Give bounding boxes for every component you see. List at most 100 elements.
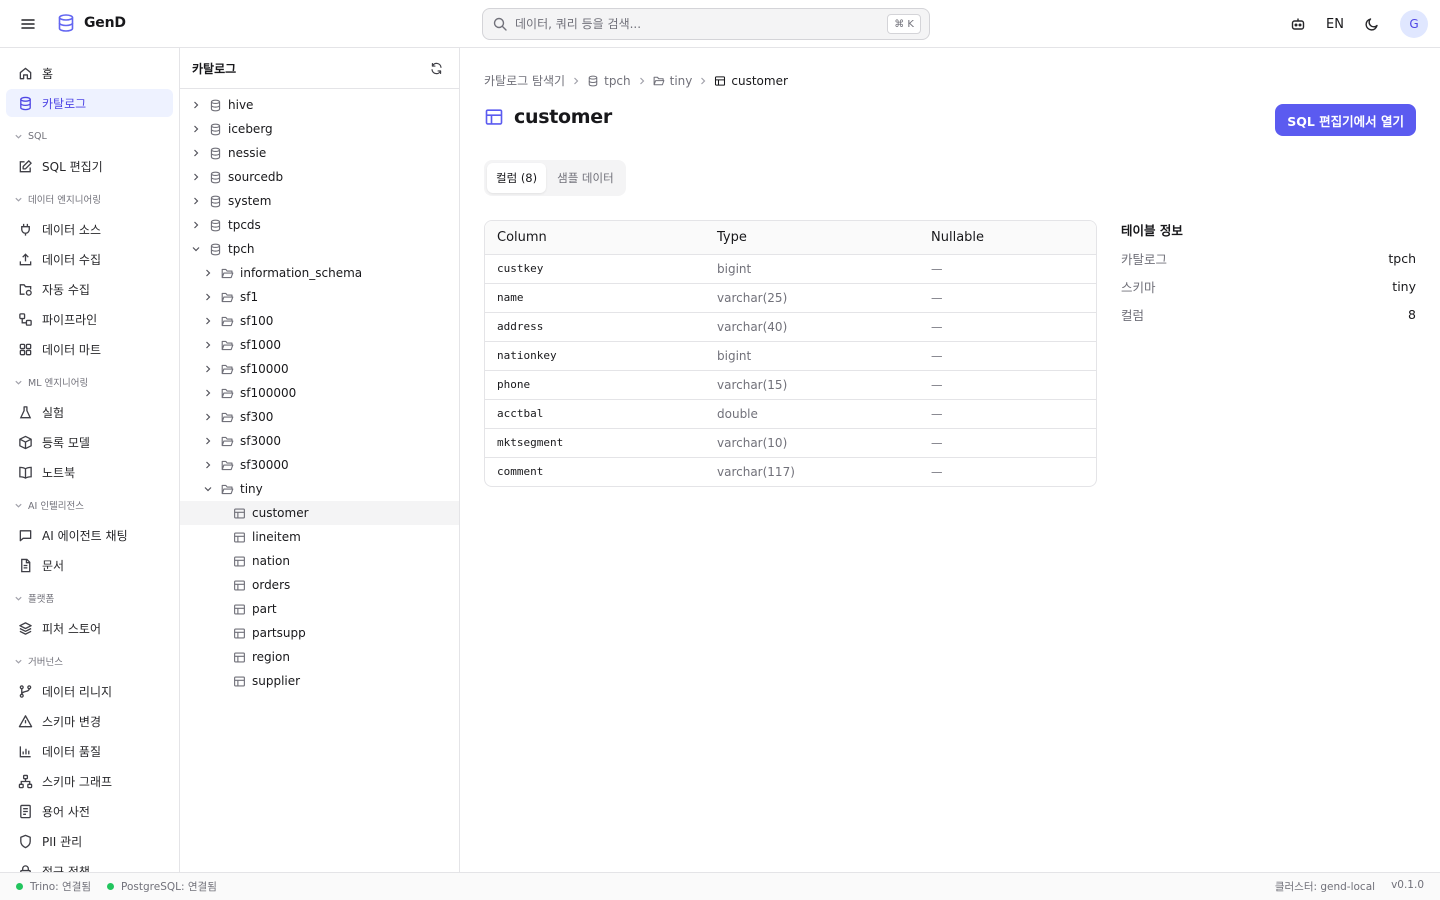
tree-schema[interactable]: information_schema bbox=[180, 261, 459, 285]
tree-schema[interactable]: sf1 bbox=[180, 285, 459, 309]
nav-data-source[interactable]: 데이터 소스 bbox=[6, 215, 173, 243]
table-row[interactable]: acctbal double — bbox=[485, 399, 1096, 429]
chevron-right-icon[interactable] bbox=[190, 123, 202, 135]
table-row[interactable]: custkey bigint — bbox=[485, 254, 1096, 284]
tree-table[interactable]: customer bbox=[180, 501, 459, 525]
nav-auto-ingest[interactable]: 자동 수집 bbox=[6, 275, 173, 303]
tree-catalog[interactable]: iceberg bbox=[180, 117, 459, 141]
breadcrumb-root[interactable]: 카탈로그 탐색기 bbox=[484, 72, 565, 89]
chevron-right-icon[interactable] bbox=[202, 459, 214, 471]
nav-home[interactable]: 홈 bbox=[6, 59, 173, 87]
chevron-down-icon[interactable] bbox=[190, 243, 202, 255]
chevron-right-icon[interactable] bbox=[202, 435, 214, 447]
nav-registered-models[interactable]: 등록 모델 bbox=[6, 428, 173, 456]
group-sql[interactable]: SQL bbox=[0, 121, 179, 151]
tab-sample-data[interactable]: 샘플 데이터 bbox=[548, 163, 623, 193]
tree-catalog[interactable]: system bbox=[180, 189, 459, 213]
global-search[interactable]: ⌘ K bbox=[482, 8, 930, 40]
table-row[interactable]: phone varchar(15) — bbox=[485, 370, 1096, 400]
tree-table[interactable]: orders bbox=[180, 573, 459, 597]
tree-schema[interactable]: sf100 bbox=[180, 309, 459, 333]
breadcrumb-catalog[interactable]: tpch bbox=[587, 74, 631, 88]
tree-schema[interactable]: sf10000 bbox=[180, 357, 459, 381]
chevron-right-icon[interactable] bbox=[202, 411, 214, 423]
tree-catalog-expanded[interactable]: tpch bbox=[180, 237, 459, 261]
tree-table[interactable]: supplier bbox=[180, 669, 459, 693]
column-type-cell: varchar(117) bbox=[717, 464, 795, 479]
nav-feature-store[interactable]: 피처 스토어 bbox=[6, 614, 173, 642]
chevron-right-icon[interactable] bbox=[190, 195, 202, 207]
nav-pipeline[interactable]: 파이프라인 bbox=[6, 305, 173, 333]
tree-schema[interactable]: sf3000 bbox=[180, 429, 459, 453]
refresh-icon[interactable] bbox=[430, 62, 443, 75]
chevron-right-icon[interactable] bbox=[190, 219, 202, 231]
nav-data-ingest[interactable]: 데이터 수집 bbox=[6, 245, 173, 273]
nav-catalog[interactable]: 카탈로그 bbox=[6, 89, 173, 117]
chevron-right-icon[interactable] bbox=[190, 171, 202, 183]
tree-schema[interactable]: sf1000 bbox=[180, 333, 459, 357]
table-row[interactable]: name varchar(25) — bbox=[485, 283, 1096, 313]
tree-schema-expanded[interactable]: tiny bbox=[180, 477, 459, 501]
group-ml-engineering[interactable]: ML 엔지니어링 bbox=[0, 367, 179, 397]
nav-data-mart[interactable]: 데이터 마트 bbox=[6, 335, 173, 363]
table-header-row: Column Type Nullable bbox=[485, 221, 1096, 255]
group-platform[interactable]: 플랫폼 bbox=[0, 583, 179, 613]
nav-ai-agent-chat[interactable]: AI 에이전트 채팅 bbox=[6, 521, 173, 549]
tree-table[interactable]: lineitem bbox=[180, 525, 459, 549]
chevron-down-icon[interactable] bbox=[202, 483, 214, 495]
app-logo[interactable]: GenD bbox=[56, 13, 126, 33]
nav-data-lineage[interactable]: 데이터 리니지 bbox=[6, 677, 173, 705]
nav-documents[interactable]: 문서 bbox=[6, 551, 173, 579]
chevron-right-icon[interactable] bbox=[202, 291, 214, 303]
menu-icon[interactable] bbox=[18, 14, 38, 34]
nav-schema-graph[interactable]: 스키마 그래프 bbox=[6, 767, 173, 795]
nav-label: 등록 모델 bbox=[42, 435, 90, 450]
moon-icon[interactable] bbox=[1358, 10, 1386, 38]
tree-schema[interactable]: sf300 bbox=[180, 405, 459, 429]
chevron-right-icon[interactable] bbox=[190, 147, 202, 159]
tree-table[interactable]: partsupp bbox=[180, 621, 459, 645]
open-in-sql-editor-button[interactable]: SQL 편집기에서 열기 bbox=[1275, 104, 1416, 136]
search-input[interactable] bbox=[515, 17, 888, 31]
nav-glossary[interactable]: 용어 사전 bbox=[6, 797, 173, 825]
chevron-right-icon[interactable] bbox=[202, 387, 214, 399]
table-row[interactable]: address varchar(40) — bbox=[485, 312, 1096, 342]
nav-schema-change[interactable]: 스키마 변경 bbox=[6, 707, 173, 735]
table-row[interactable]: comment varchar(117) — bbox=[485, 457, 1096, 486]
tree-table[interactable]: region bbox=[180, 645, 459, 669]
nav-access-policy[interactable]: 접근 정책 bbox=[6, 857, 173, 872]
breadcrumb-schema[interactable]: tiny bbox=[653, 74, 692, 88]
chevron-right-icon[interactable] bbox=[202, 267, 214, 279]
tab-columns[interactable]: 컬럼 (8) bbox=[487, 163, 547, 193]
group-governance[interactable]: 거버넌스 bbox=[0, 646, 179, 676]
header-column[interactable]: Column bbox=[485, 221, 705, 255]
tree-catalog[interactable]: sourcedb bbox=[180, 165, 459, 189]
tree-catalog[interactable]: nessie bbox=[180, 141, 459, 165]
nav-sql-editor[interactable]: SQL 편집기 bbox=[6, 152, 173, 180]
table-row[interactable]: nationkey bigint — bbox=[485, 341, 1096, 371]
tree-catalog[interactable]: hive bbox=[180, 93, 459, 117]
header-type[interactable]: Type bbox=[705, 221, 919, 255]
nav-data-quality[interactable]: 데이터 품질 bbox=[6, 737, 173, 765]
nav-pii-management[interactable]: PII 관리 bbox=[6, 827, 173, 855]
tree-schema[interactable]: sf100000 bbox=[180, 381, 459, 405]
tree-catalog[interactable]: tpcds bbox=[180, 213, 459, 237]
nav-notebook[interactable]: 노트북 bbox=[6, 458, 173, 486]
table-row[interactable]: mktsegment varchar(10) — bbox=[485, 428, 1096, 458]
language-toggle[interactable]: EN bbox=[1326, 17, 1344, 32]
chevron-right-icon[interactable] bbox=[202, 339, 214, 351]
tree-table[interactable]: nation bbox=[180, 549, 459, 573]
folder-icon bbox=[220, 386, 234, 400]
header-nullable[interactable]: Nullable bbox=[919, 221, 1096, 255]
chevron-right-icon[interactable] bbox=[202, 315, 214, 327]
tree-table[interactable]: part bbox=[180, 597, 459, 621]
chevron-right-icon[interactable] bbox=[202, 363, 214, 375]
user-avatar[interactable]: G bbox=[1400, 10, 1428, 38]
chevron-right-icon[interactable] bbox=[190, 99, 202, 111]
folder-icon bbox=[220, 410, 234, 424]
group-ai-intelligence[interactable]: AI 인텔리전스 bbox=[0, 490, 179, 520]
bot-icon[interactable] bbox=[1284, 10, 1312, 38]
nav-experiments[interactable]: 실험 bbox=[6, 398, 173, 426]
group-data-engineering[interactable]: 데이터 엔지니어링 bbox=[0, 184, 179, 214]
tree-schema[interactable]: sf30000 bbox=[180, 453, 459, 477]
